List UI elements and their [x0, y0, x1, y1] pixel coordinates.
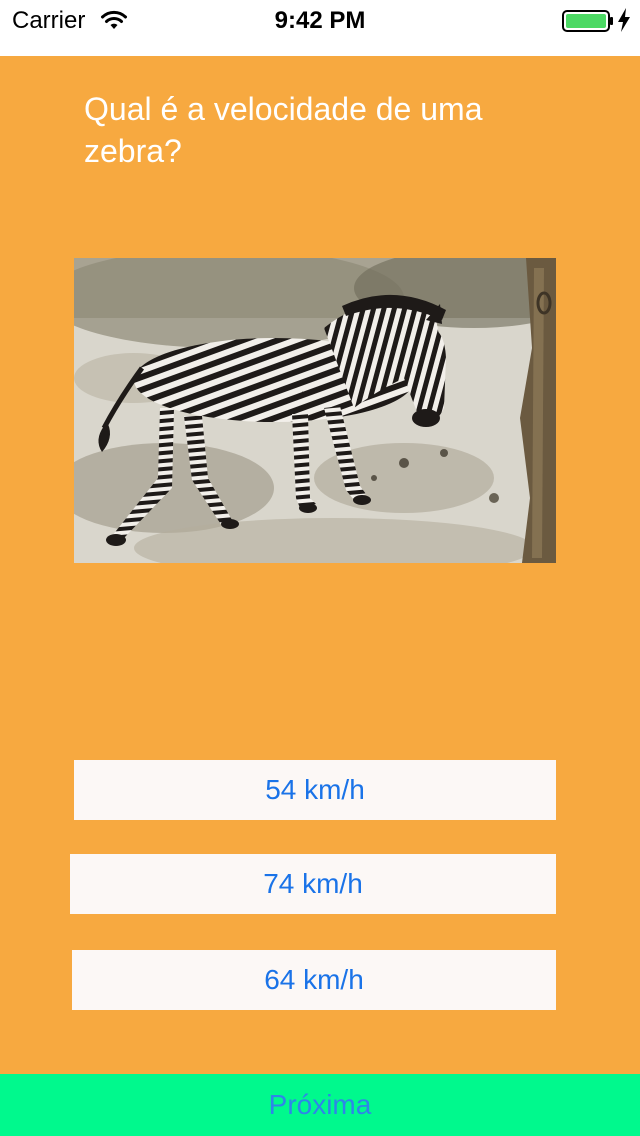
- charging-bolt-icon: [618, 8, 630, 32]
- battery-icon: [562, 10, 613, 32]
- answer-button-1[interactable]: 54 km/h: [74, 760, 556, 820]
- question-text: Qual é a velocidade de uma zebra?: [84, 91, 483, 169]
- answer-button-3[interactable]: 64 km/h: [72, 950, 556, 1010]
- status-time: 9:42 PM: [274, 7, 366, 34]
- answer-button-2[interactable]: 74 km/h: [70, 854, 556, 914]
- status-bar: Carrier 9:42 PM: [0, 0, 640, 56]
- zebra-image: [74, 258, 556, 563]
- next-button[interactable]: Próxima: [0, 1074, 640, 1136]
